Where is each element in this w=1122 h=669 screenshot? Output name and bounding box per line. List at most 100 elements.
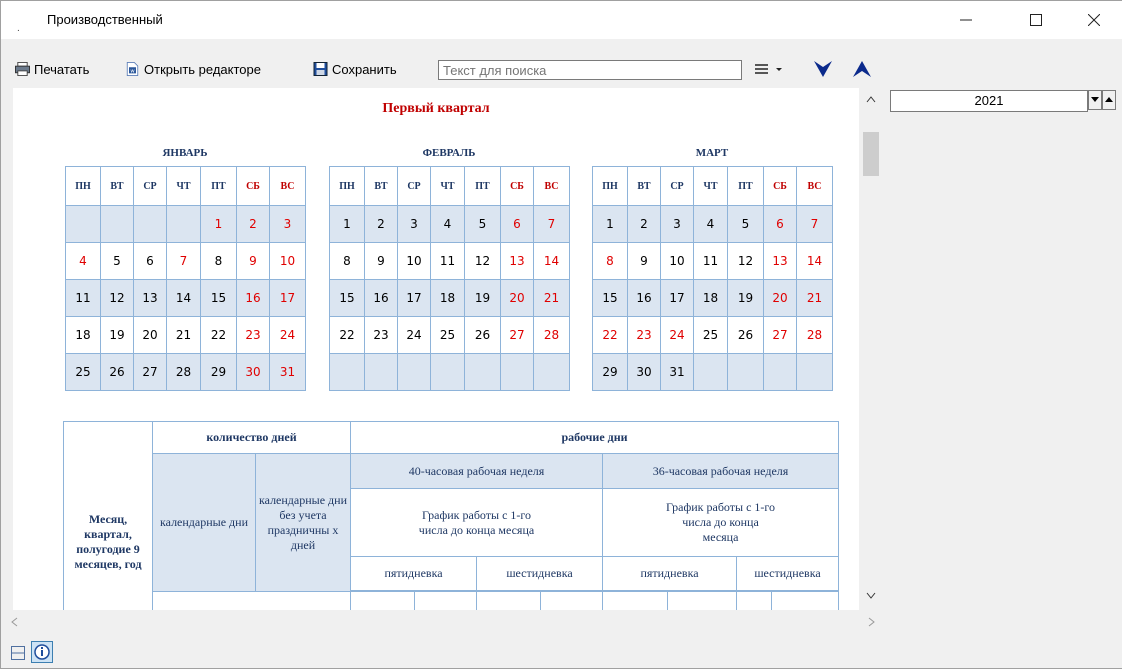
day-cell: 7 [166,242,201,280]
scroll-thumb[interactable] [863,132,879,176]
day-cell: 3 [397,205,431,243]
day-cell: 11 [65,279,101,317]
year-field[interactable]: 2021 [890,90,1088,112]
day-cell: 18 [430,279,465,317]
weekday-header: ВС [269,166,306,206]
days-abbr-header: дни [736,591,772,610]
empty-day-cell [397,353,431,391]
document-view: Первый квартал ЯНВАРЬ ПН ВТ СР ЧТ ПТ СБ ВС 1 2 3 4 5… [13,88,859,610]
weekday-header: ПН [65,166,101,206]
day-cell: 12 [727,242,764,280]
year-increment-button[interactable] [1102,90,1116,110]
day-cell: 4 [693,205,728,243]
open-editor-button[interactable]: w Открыть редакторе [125,56,261,82]
day-cell: 18 [693,279,728,317]
day-cell: 28 [166,353,201,391]
printer-icon [15,62,30,76]
days-count-header: количество дней [152,421,351,454]
close-button[interactable] [1071,1,1117,39]
year-dropdown-button[interactable] [1088,90,1102,110]
weekday-header: ЧТ [166,166,201,206]
month-calendar: ПН ВТ СР ЧТ ПТ СБ ВС 1 2 3 4 5 6 7 8 9 10 11 12 13 14 15 16 17 1… [592,166,833,391]
title-bar: . Производственный [1,1,1122,39]
empty-day-cell [329,353,365,391]
schedule-40-header: График работы с 1-го числа до конца меся… [350,488,603,557]
window-icon: . [17,23,20,34]
days-abbr-header: дни [152,591,351,610]
day-cell: 4 [65,242,101,280]
day-cell: 8 [200,242,237,280]
day-cell: 20 [133,316,167,354]
day-cell: 21 [166,316,201,354]
find-next-button[interactable] [813,56,833,82]
minimize-icon [960,19,972,21]
weekday-header: ПТ [727,166,764,206]
empty-day-cell [693,353,728,391]
day-cell: 1 [592,205,628,243]
five-day-40-header: пятидневка [350,556,477,591]
find-previous-button[interactable] [852,56,872,82]
day-cell: 5 [100,242,134,280]
weekday-header: ВТ [364,166,398,206]
close-icon [1088,14,1100,26]
days-abbr-header: дни [476,591,541,610]
month-calendar: ПН ВТ СР ЧТ ПТ СБ ВС 1 2 3 4 5 6 7 8 9 10 11 12 13 14 15 16 17 1… [65,166,306,391]
window-title: Производственный [47,12,163,27]
svg-text:w: w [130,69,135,75]
day-cell: 30 [236,353,270,391]
maximize-button[interactable] [1013,1,1059,39]
weekday-header: СБ [500,166,534,206]
empty-day-cell [430,353,465,391]
scroll-right-icon[interactable] [863,613,879,631]
day-cell: 9 [627,242,661,280]
search-input[interactable] [438,60,742,80]
save-label: Сохранить [332,61,397,77]
weekday-header: СБ [763,166,797,206]
weekday-header: ВТ [627,166,661,206]
day-cell: 3 [660,205,694,243]
day-cell: 23 [627,316,661,354]
day-cell: 15 [592,279,628,317]
info-button[interactable] [31,641,53,663]
day-cell: 17 [269,279,306,317]
day-cell: 17 [397,279,431,317]
word-document-icon: w [126,62,139,76]
day-cell: 31 [660,353,694,391]
day-cell: 27 [133,353,167,391]
days-abbr-header: дни [350,591,415,610]
hours-abbr-header: часы [414,591,477,610]
empty-day-cell [133,205,167,243]
day-cell: 18 [65,316,101,354]
day-cell: 8 [592,242,628,280]
scroll-left-icon[interactable] [7,613,23,631]
day-cell: 16 [364,279,398,317]
day-cell: 8 [329,242,365,280]
weekday-header: ПТ [200,166,237,206]
print-button[interactable]: Печатать [15,56,89,82]
day-cell: 25 [65,353,101,391]
weekday-header: ПН [592,166,628,206]
minimize-button[interactable] [943,1,989,39]
horizontal-scrollbar[interactable] [1,613,881,631]
empty-day-cell [464,353,501,391]
scroll-up-icon[interactable] [861,92,881,108]
vertical-scrollbar[interactable] [861,88,881,610]
month-title: МАРТ [695,147,729,159]
schedule-36-header: График работы с 1-го числа до конца меся… [602,488,839,557]
info-icon [34,644,50,660]
weekday-header: СР [397,166,431,206]
day-cell: 27 [500,316,534,354]
month-calendar: ПН ВТ СР ЧТ ПТ СБ ВС 1 2 3 4 5 6 7 8 9 10 11 12 13 14 15 16 17 1… [329,166,570,391]
split-view-icon[interactable] [10,645,26,661]
day-cell: 24 [397,316,431,354]
scroll-down-icon[interactable] [861,588,881,604]
six-day-36-header: шестидневка [736,556,839,591]
save-button[interactable]: Сохранить [313,56,397,82]
empty-day-cell [796,353,833,391]
day-cell: 28 [796,316,833,354]
weekday-header: ЧТ [430,166,465,206]
calendar-days-header: календарные дни [152,453,256,592]
hours-abbr-header: часы [771,591,839,610]
hours-abbr-header: часы [667,591,737,610]
search-options-button[interactable] [754,56,784,82]
